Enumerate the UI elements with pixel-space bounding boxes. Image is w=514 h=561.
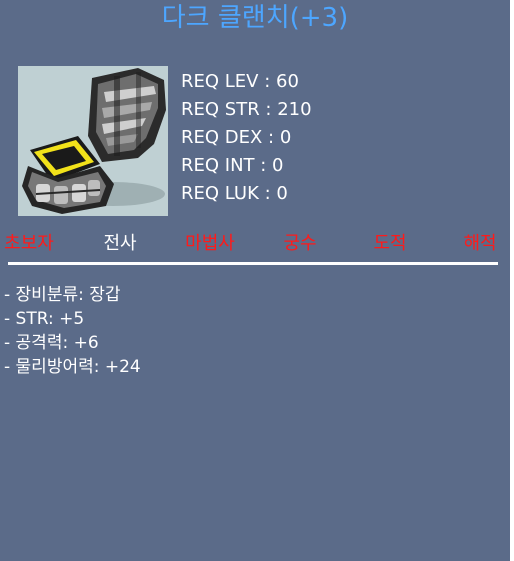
gauntlet-icon (22, 68, 166, 214)
requirements-list: REQ LEV : 60 REQ STR : 210 REQ DEX : 0 R… (181, 68, 312, 208)
job-bowman: 궁수 (283, 233, 317, 254)
item-icon-frame (18, 66, 168, 216)
stat-equip-type: - 장비분류: 장갑 (4, 285, 121, 305)
divider (8, 262, 498, 265)
item-title: 다크 클랜치(+3) (161, 3, 349, 33)
stat-physical-defense: - 물리방어력: +24 (4, 357, 141, 377)
req-str: REQ STR : 210 (181, 99, 312, 120)
stat-attack: - 공격력: +6 (4, 333, 99, 353)
req-level: REQ LEV : 60 (181, 71, 299, 92)
req-int: REQ INT : 0 (181, 155, 284, 176)
job-thief: 도적 (373, 233, 407, 254)
stat-str: - STR: +5 (4, 309, 85, 329)
job-beginner: 초보자 (4, 233, 54, 254)
item-tooltip: 다크 클랜치(+3) REQ LEV: 60 REQ STR: 210 RE… (0, 0, 510, 561)
req-luk: REQ LUK : 0 (181, 183, 288, 204)
job-magician: 마법사 (185, 233, 235, 254)
job-pirate: 해적 (463, 233, 497, 254)
req-dex: REQ DEX : 0 (181, 127, 292, 148)
stats-list: - 장비분류: 장갑 - STR: +5 - 공격력: +6 - 물리방어력: … (4, 283, 141, 379)
job-warrior: 전사 (103, 233, 137, 254)
job-class-row: 초보자 전사 마법사 궁수 도적 해적 (0, 230, 510, 258)
